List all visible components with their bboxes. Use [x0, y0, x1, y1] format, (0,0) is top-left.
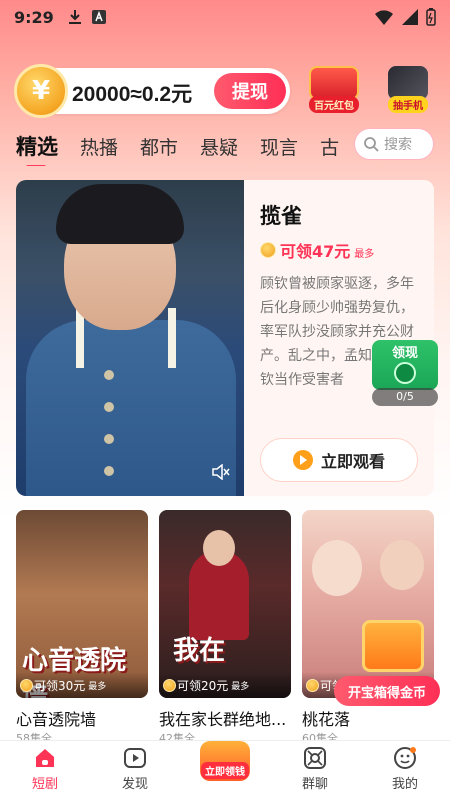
poster-title: 我在 [173, 636, 226, 666]
drama-earn: 可领20元 最多 [159, 672, 291, 698]
nav-label: 立即领钱 [201, 762, 249, 779]
nav-item-group-chat[interactable]: 群聊 [270, 741, 360, 800]
bottom-nav: 短剧 发现 立即领钱 群聊 我的 [0, 740, 450, 800]
drama-poster[interactable]: 可领 [302, 510, 434, 698]
tab-ancient[interactable]: 古 [320, 133, 339, 160]
drama-title: 心音透院墙 [16, 710, 97, 729]
treasure-chest-icon[interactable] [362, 620, 424, 672]
coin-icon [306, 679, 319, 692]
wifi-icon [375, 10, 393, 25]
featured-drama-card[interactable]: 揽雀 可领47元 最多 顾钦曾被顾家驱逐，多年后化身顾少帅强势复仇，率军队抄没顾… [16, 180, 434, 496]
drama-poster[interactable]: 我在 可领20元 最多 [159, 510, 291, 698]
status-bar: 9:29 [0, 0, 450, 34]
font-app-icon [91, 10, 106, 24]
drama-poster[interactable]: 心音透院墙 可领30元最多 [16, 510, 148, 698]
drama-episodes: 42集全 [159, 732, 195, 740]
watch-now-button[interactable]: 立即观看 [260, 438, 418, 482]
nav-item-short-drama[interactable]: 短剧 [0, 741, 90, 800]
promo-phone-prize-label: 抽手机 [388, 96, 428, 113]
tab-modern-romance[interactable]: 现言 [260, 133, 298, 160]
coin-icon [260, 242, 276, 258]
phone-prize-icon [388, 66, 428, 100]
promo-red-envelope-label: 百元红包 [309, 96, 359, 113]
nav-label: 我的 [391, 777, 418, 792]
check-icon [394, 362, 416, 384]
drama-title: 桃花落 [302, 710, 351, 729]
reward-progress: 0/5 [372, 388, 438, 406]
nav-item-claim-money[interactable]: 立即领钱 [180, 741, 270, 800]
gift-icon: 立即领钱 [200, 741, 250, 781]
nav-label: 发现 [121, 777, 148, 792]
coin-icon: ¥ [14, 64, 68, 118]
withdraw-button[interactable]: 提现 [214, 73, 286, 109]
featured-earn-value: 可领47元 [280, 242, 351, 261]
search-box[interactable]: 搜索 [354, 128, 434, 160]
search-placeholder: 搜索 [384, 137, 412, 153]
download-icon [68, 10, 81, 24]
coin-icon [163, 679, 176, 692]
coin-balance-bar[interactable]: ¥ 20000≈0.2元 提现 [14, 64, 290, 118]
drama-episodes: 60集全 [302, 732, 338, 740]
signal-icon [402, 9, 418, 25]
search-icon [364, 137, 379, 152]
reward-label: 领现 [391, 346, 418, 361]
tab-featured[interactable]: 精选 [16, 131, 58, 166]
category-tabs: 精选 热播 都市 悬疑 现言 古 [16, 126, 346, 166]
nav-label: 短剧 [31, 777, 58, 792]
watch-now-label: 立即观看 [320, 452, 385, 471]
nav-item-profile[interactable]: 我的 [360, 741, 450, 800]
nav-label: 群聊 [301, 777, 328, 792]
play-icon [292, 450, 313, 470]
status-time: 9:29 [14, 7, 54, 27]
drama-earn: 可领30元 最多 [16, 672, 148, 698]
featured-earn: 可领47元 最多 [260, 238, 374, 262]
featured-earn-suffix: 最多 [354, 248, 375, 260]
play-square-icon [122, 745, 148, 771]
home-icon [32, 745, 58, 771]
featured-poster[interactable] [16, 180, 244, 496]
red-envelope-icon [309, 66, 359, 100]
list-item[interactable]: 心音透院墙 可领30元最多 心音透院墙 58集全 [16, 510, 148, 740]
promo-phone-prize[interactable]: 抽手机 [376, 66, 440, 116]
mute-icon[interactable] [212, 464, 230, 480]
tab-hot[interactable]: 热播 [80, 133, 118, 160]
nav-item-discover[interactable]: 发现 [90, 741, 180, 800]
coin-icon [20, 679, 33, 692]
featured-info: 揽雀 可领47元 最多 顾钦曾被顾家驱逐，多年后化身顾少帅强势复仇，率军队抄没顾… [260, 180, 434, 496]
chat-group-icon [302, 745, 328, 771]
tab-urban[interactable]: 都市 [140, 133, 178, 160]
promo-red-envelope[interactable]: 百元红包 [302, 66, 366, 116]
coin-balance: 20000≈0.2元 [72, 83, 193, 106]
tab-mystery[interactable]: 悬疑 [200, 133, 238, 160]
battery-icon [426, 8, 436, 26]
drama-title: 我在家长群绝地... [159, 710, 287, 729]
profile-icon [392, 745, 418, 771]
drama-episodes: 58集全 [16, 732, 52, 740]
list-item[interactable]: 我在 可领20元 最多 我在家长群绝地... 42集全 [159, 510, 291, 740]
open-chest-button[interactable]: 开宝箱得金币 [334, 676, 440, 706]
featured-title: 揽雀 [260, 204, 302, 228]
reward-widget[interactable]: 领现 0/5 [372, 340, 438, 406]
